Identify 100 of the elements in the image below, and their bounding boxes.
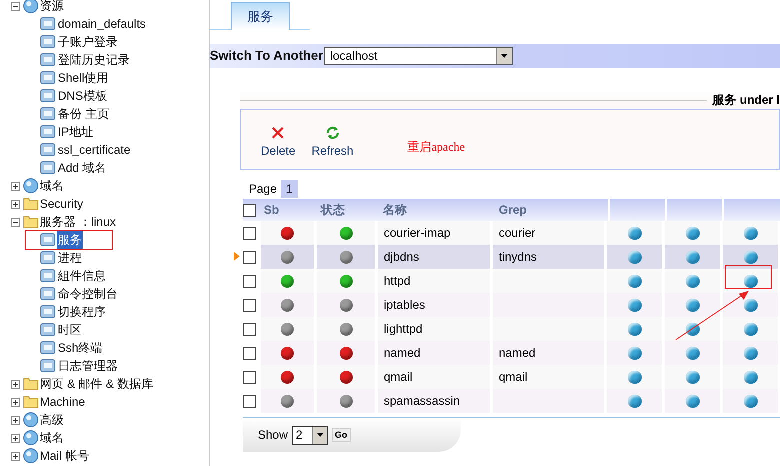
action-button[interactable] — [628, 298, 642, 312]
action-button[interactable] — [628, 346, 642, 360]
row-checkbox[interactable] — [243, 370, 256, 384]
tree-item[interactable]: Shell使用 — [57, 69, 110, 87]
plus-icon[interactable] — [11, 380, 20, 388]
action-button[interactable] — [686, 346, 700, 360]
tree-item[interactable]: 服务器 ：linux — [40, 213, 116, 231]
action-button[interactable] — [686, 322, 700, 336]
row-checkbox[interactable] — [243, 346, 256, 360]
table-cell: qmail — [378, 365, 490, 389]
action-button[interactable] — [628, 274, 642, 288]
tree-item[interactable]: ssl_certificate — [57, 141, 132, 159]
page-icon — [40, 16, 56, 32]
page-icon — [40, 232, 56, 248]
table-cell: qmail — [493, 365, 604, 389]
column-header: Sb — [263, 202, 280, 219]
tree-item[interactable]: 进程 — [57, 249, 83, 267]
tree-item[interactable]: Mail 帐号 — [40, 447, 90, 465]
minus-icon[interactable] — [11, 2, 20, 10]
action-button[interactable] — [744, 250, 758, 264]
action-button[interactable] — [686, 250, 700, 264]
action-button[interactable] — [628, 394, 642, 408]
tree-item[interactable]: 域名 — [40, 177, 64, 195]
tree-item[interactable]: 备份 主页 — [57, 105, 110, 123]
plus-icon[interactable] — [11, 182, 20, 190]
table-cell: tinydns — [493, 245, 604, 269]
table-cell: httpd — [378, 269, 490, 293]
plus-icon[interactable] — [11, 452, 20, 460]
tree-item[interactable]: Add 域名 — [57, 159, 108, 177]
page-link[interactable]: 1 — [281, 180, 298, 198]
action-button[interactable] — [686, 226, 700, 240]
page-icon — [40, 340, 56, 356]
tree-item[interactable]: 命令控制台 — [57, 285, 119, 303]
tree-item[interactable]: 域名 — [40, 429, 64, 447]
table-cell: courier-imap — [378, 221, 490, 245]
plus-icon[interactable] — [11, 200, 20, 208]
close-icon — [271, 126, 286, 140]
tree-item[interactable]: Machine — [40, 393, 86, 411]
pager-label: Page — [249, 181, 278, 198]
tree-item[interactable]: domain_defaults — [57, 15, 148, 33]
row-checkbox[interactable] — [243, 298, 256, 312]
page-size-select[interactable]: 2 — [292, 426, 328, 444]
tree-item[interactable]: 高级 — [40, 411, 64, 429]
action-button[interactable] — [744, 226, 758, 240]
row-checkbox[interactable] — [243, 226, 256, 240]
action-button[interactable] — [686, 274, 700, 288]
restart-apache-link[interactable]: 重启apache — [408, 138, 466, 156]
action-button[interactable] — [686, 370, 700, 384]
table-cell: spamassassin — [378, 389, 490, 413]
column-header: 名称 — [382, 202, 408, 219]
column-header: Grep — [498, 202, 528, 219]
action-button[interactable] — [744, 370, 758, 384]
minus-icon[interactable] — [11, 218, 20, 226]
action-button[interactable] — [628, 250, 642, 264]
action-button[interactable] — [686, 394, 700, 408]
delete-button[interactable]: Delete — [261, 126, 296, 160]
tree-item[interactable]: 切换程序 — [57, 303, 107, 321]
folder-icon — [23, 197, 39, 211]
plus-icon[interactable] — [11, 416, 20, 424]
tree-item[interactable]: IP地址 — [57, 123, 94, 141]
plus-icon[interactable] — [11, 434, 20, 442]
tree-item[interactable]: 服务 — [57, 231, 83, 249]
page-icon — [40, 34, 56, 50]
tree-item[interactable]: 登陆历史记录 — [57, 51, 131, 69]
action-button[interactable] — [628, 226, 642, 240]
action-button[interactable] — [628, 322, 642, 336]
folder-icon — [23, 215, 39, 229]
row-checkbox[interactable] — [243, 394, 256, 408]
row-checkbox[interactable] — [243, 322, 256, 336]
tree-item[interactable]: DNS模板 — [57, 87, 108, 105]
tree-item[interactable]: 組件信息 — [57, 267, 107, 285]
app-icon — [23, 178, 39, 194]
tree-item[interactable]: 资源 — [40, 0, 64, 15]
table-cell: lighttpd — [378, 317, 490, 341]
action-button[interactable] — [628, 370, 642, 384]
action-button[interactable] — [744, 394, 758, 408]
table-cell: named — [493, 341, 604, 365]
tree-item[interactable]: 子账户登录 — [57, 33, 119, 51]
row-checkbox[interactable] — [243, 274, 256, 288]
tab[interactable]: 服务 — [231, 2, 290, 30]
action-button[interactable] — [744, 298, 758, 312]
page-icon — [40, 304, 56, 320]
tree-item[interactable]: 网页 & 邮件 & 数据库 — [40, 375, 154, 393]
tree-item[interactable]: Security — [40, 195, 84, 213]
action-button[interactable] — [744, 322, 758, 336]
action-button[interactable] — [744, 274, 758, 288]
tree-item[interactable]: 日志管理器 — [57, 357, 119, 375]
action-button[interactable] — [744, 346, 758, 360]
row-checkbox[interactable] — [243, 250, 256, 264]
action-button[interactable] — [686, 298, 700, 312]
tree-item[interactable]: 时区 — [57, 321, 83, 339]
go-button[interactable]: Go — [332, 428, 351, 442]
plus-icon[interactable] — [11, 398, 20, 406]
tree-item[interactable]: Ssh终端 — [57, 339, 104, 357]
refresh-button[interactable]: Refresh — [312, 126, 354, 160]
select-all-checkbox[interactable] — [243, 204, 256, 216]
table-cell: djbdns — [378, 245, 490, 269]
folder-icon — [23, 395, 39, 409]
host-select[interactable]: localhost — [324, 47, 514, 65]
app-icon — [23, 430, 39, 446]
